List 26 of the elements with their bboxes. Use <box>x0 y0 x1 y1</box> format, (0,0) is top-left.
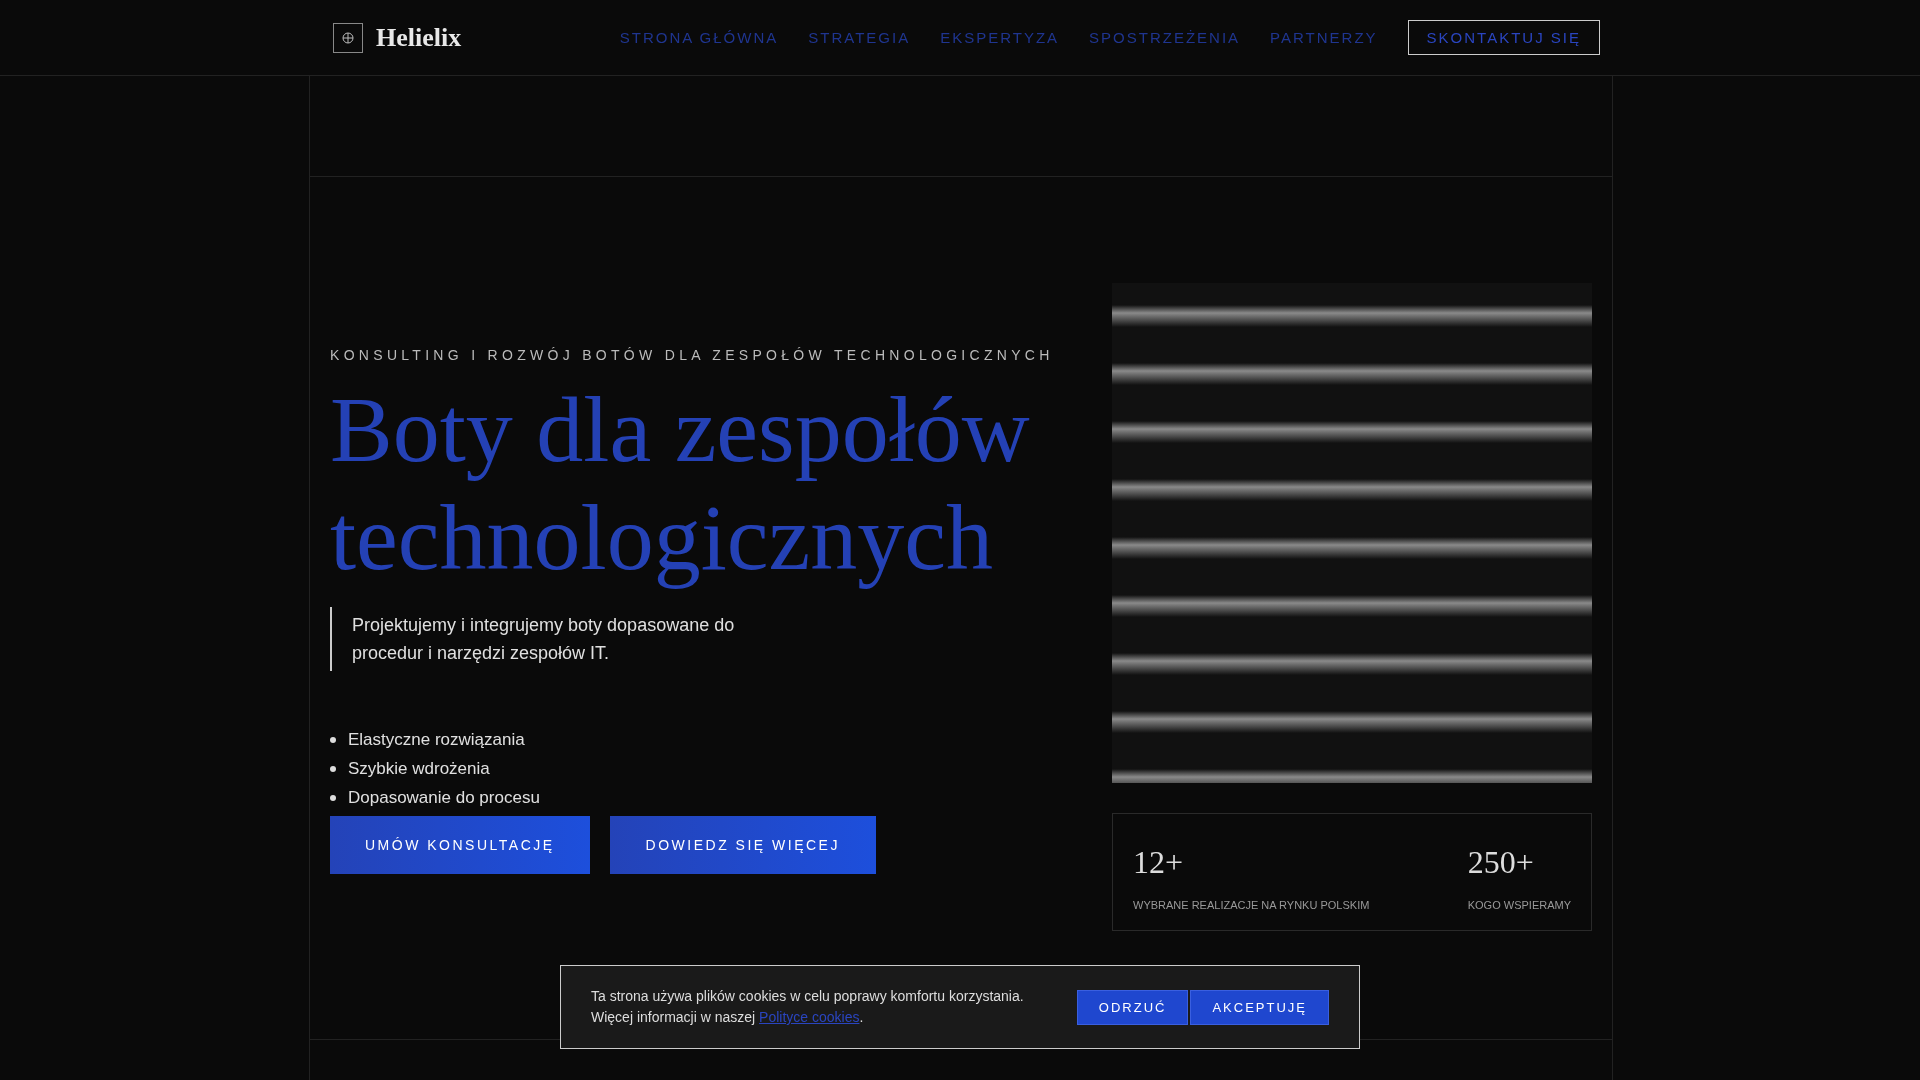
bullet-dot-icon <box>330 794 336 801</box>
stat-value: 12+ <box>1133 844 1185 881</box>
cookie-button[interactable]: AKCEPTUJĘ <box>1190 989 1329 1025</box>
cta-button[interactable]: DOWIEDZ SIĘ WIĘCEJ <box>609 816 876 874</box>
bullet-dot-icon <box>330 765 336 772</box>
cookie-button[interactable]: ODRZUĆ <box>1076 989 1189 1025</box>
nav-link[interactable]: PARTNERZY <box>1270 29 1378 46</box>
stat-value: 250+ <box>1467 844 1535 881</box>
eyebrow-text: KONSULTING I ROZWÓJ BOTÓW DLA ZESPOŁÓW TECHNOLOGICZNYCH <box>330 347 1055 363</box>
cta-button[interactable]: UMÓW KONSULTACJĘ <box>330 816 590 874</box>
feature-item: Elastyczne rozwiązania <box>348 729 525 751</box>
stat-label: WYBRANE REALIZACJE NA RYNKU POLSKIM <box>1133 899 1370 911</box>
contact-button[interactable]: SKONTAKTUJ SIĘ <box>1407 20 1600 55</box>
cookie-text: Ta strona używa plików cookies w celu poprawy komfortu korzystania. Więcej informacji w naszej Polityce cookies. <box>591 987 1025 1027</box>
nav-link[interactable]: STRONA GŁÓWNA <box>619 29 779 46</box>
logo-text[interactable]: Helielix <box>376 22 462 53</box>
stat-label: KOGO WSPIERAMY <box>1467 899 1571 911</box>
feature-item: Szybkie wdrożenia <box>348 758 490 780</box>
nav-link[interactable]: SPOSTRZEŻENIA <box>1089 29 1241 46</box>
nav-link[interactable]: EKSPERTYZA <box>940 29 1060 46</box>
nav-link[interactable]: STRATEGIA <box>808 29 911 46</box>
logo-icon <box>333 22 363 53</box>
feature-item: Dopasowanie do procesu <box>348 787 540 809</box>
bullet-dot-icon <box>330 736 336 743</box>
lead-text: Projektujemy i integrujemy boty dopasowane do procedur i narzędzi zespołów IT. <box>330 607 792 671</box>
hero-heading: Boty dla zespołów technologicznych <box>330 376 1031 591</box>
